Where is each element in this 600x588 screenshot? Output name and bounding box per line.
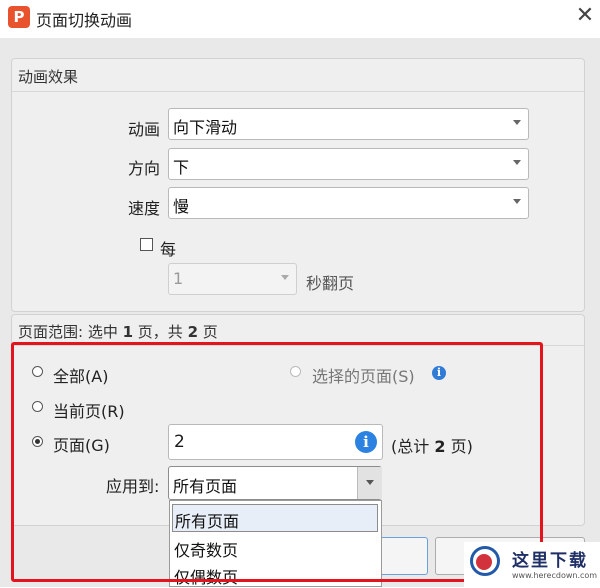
direction-select[interactable]: 下 — [168, 148, 529, 180]
speed-value: 慢 — [173, 197, 190, 216]
auto-flip-checkbox[interactable] — [140, 238, 153, 251]
app-logo-icon: P — [8, 6, 30, 28]
chevron-down-icon — [281, 275, 289, 280]
watermark-logo-dot — [476, 554, 492, 570]
auto-flip-label: 每 — [160, 240, 177, 259]
range-total-count: 2 — [187, 323, 199, 341]
group-title: 动画效果 — [18, 68, 79, 86]
animation-effects-group: 动画效果 — [11, 58, 585, 312]
page-range-title: 页面范围: 选中 1 页，共 2 页 — [18, 321, 218, 342]
seconds-spinner[interactable]: 1 — [168, 263, 297, 295]
chevron-down-icon — [513, 120, 521, 125]
range-title-middle: 页，共 — [133, 323, 188, 341]
seconds-suffix: 秒翻页 — [306, 274, 355, 293]
group-header — [12, 59, 584, 92]
speed-select[interactable]: 慢 — [168, 187, 529, 219]
direction-label: 方向 — [128, 159, 161, 178]
animation-select[interactable]: 向下滑动 — [168, 108, 529, 140]
animation-value: 向下滑动 — [173, 118, 238, 137]
speed-label: 速度 — [128, 199, 161, 218]
direction-value: 下 — [173, 158, 190, 177]
animation-label: 动画 — [128, 120, 161, 139]
chevron-down-icon — [513, 199, 521, 204]
seconds-value: 1 — [173, 269, 184, 288]
close-icon[interactable]: ✕ — [572, 2, 598, 30]
watermark-url: www.herecdown.com — [512, 571, 598, 580]
range-selected-count: 1 — [122, 323, 134, 341]
title-bar: P 页面切换动画 ✕ — [0, 0, 600, 38]
chevron-down-icon — [513, 160, 521, 165]
watermark-text: 这里下载 — [512, 551, 588, 571]
dialog-title: 页面切换动画 — [36, 11, 133, 30]
range-title-suffix: 页 — [198, 323, 218, 341]
site-watermark: 这里下载 www.herecdown.com — [464, 542, 600, 587]
range-title-prefix: 页面范围: 选中 — [18, 323, 123, 341]
